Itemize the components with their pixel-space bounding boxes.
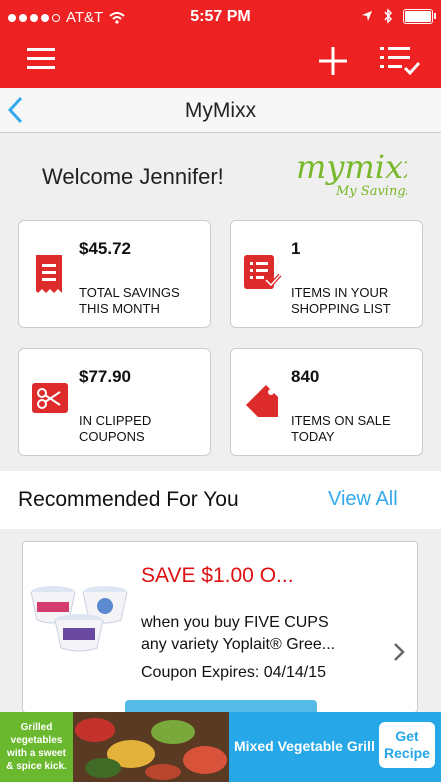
stat-label: TOTAL SAVINGS THIS MONTH [79,285,180,316]
button-label-line: Get [395,728,419,744]
stat-value: 840 [291,367,320,386]
plus-icon[interactable] [319,47,347,75]
price-tag-icon [246,385,278,417]
section-title: Recommended For You [18,488,239,511]
navigation-bar: MyMixx [0,88,441,133]
bluetooth-icon [384,8,393,24]
stat-card-shopping-list[interactable]: 1 ITEMS IN YOUR SHOPPING LIST [230,220,423,328]
stat-label: ITEMS IN YOUR SHOPPING LIST [291,285,391,316]
scissors-icon [32,383,68,413]
grilled-vegetables-image [73,712,229,782]
coupon-card[interactable]: SAVE $1.00 O... when you buy FIVE CUPS a… [22,541,418,714]
chevron-right-icon[interactable] [393,642,405,662]
hamburger-menu-icon[interactable] [27,47,55,69]
stat-card-items-on-sale[interactable]: 840 ITEMS ON SALE TODAY [230,348,423,456]
coupon-description-line: when you buy FIVE CUPS [141,614,329,631]
view-all-link[interactable]: View All [328,488,398,511]
button-label-line: Recipe [384,745,430,761]
logo-main-text: mymixx [296,148,407,186]
status-bar: AT&T 5:57 PM [0,0,441,40]
coupon-description-line: any variety Yoplait® Gree... [141,636,336,653]
battery-icon [403,8,436,24]
location-arrow-icon [362,11,372,21]
stat-label: ITEMS ON SALE TODAY [291,413,391,444]
coupon-expiry: Coupon Expires: 04/14/15 [141,664,327,681]
ad-tagline-line: Grilled [20,722,53,733]
status-right [361,8,436,24]
ad-banner[interactable]: Grilled vegetables with a sweet & spice … [0,712,441,782]
product-image [30,586,128,652]
ad-tagline-line: with a sweet [7,748,66,759]
stat-label: IN CLIPPED COUPONS [79,413,152,444]
ad-tagline: Grilled vegetables with a sweet & spice … [0,712,73,782]
coupon-headline: SAVE $1.00 O... [141,564,294,587]
shopping-list-icon [244,255,282,289]
coupon-description: when you buy FIVE CUPS any variety Yopla… [141,612,335,656]
stat-card-clipped-coupons[interactable]: $77.90 IN CLIPPED COUPONS [18,348,211,456]
ad-tagline-line: & spice kick. [6,761,67,772]
app-bar [0,40,441,88]
mymixx-logo: mymixx My Savings [292,148,421,205]
receipt-icon [36,255,62,293]
ad-tagline-line: vegetables [10,735,63,746]
stat-card-total-savings[interactable]: $45.72 TOTAL SAVINGS THIS MONTH [18,220,211,328]
welcome-text: Welcome Jennifer! [42,164,224,189]
ad-blue-panel: Mixed Vegetable Grill Get Recipe [229,712,441,782]
stat-value: $45.72 [79,239,131,258]
ad-title: Mixed Vegetable Grill [234,738,375,754]
logo-sub-text: My Savings [335,184,407,199]
get-recipe-button[interactable]: Get Recipe [379,722,435,768]
stat-value: $77.90 [79,367,131,386]
checklist-icon[interactable] [380,45,420,77]
stat-value: 1 [291,239,301,258]
page-title: MyMixx [184,99,257,122]
